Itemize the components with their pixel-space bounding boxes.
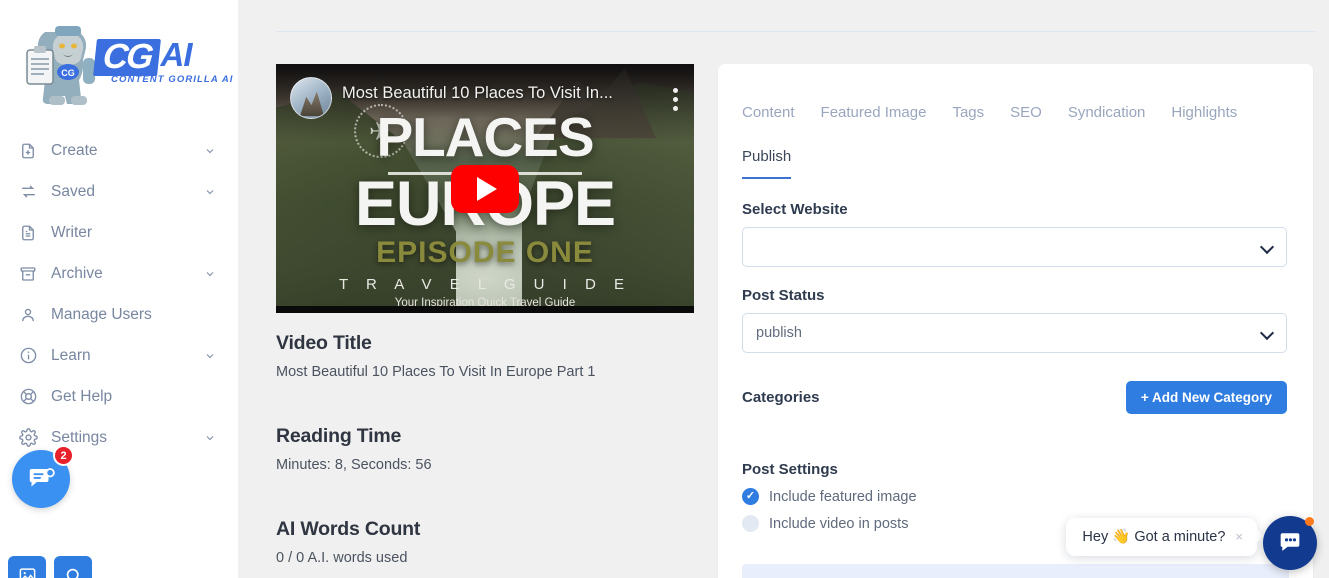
ai-words-value: 0 / 0 A.I. words used [276, 550, 408, 566]
thumbnail-word-places: PLACES [376, 106, 594, 168]
chat-notification-dot [1305, 517, 1314, 526]
sidebar-item-label: Get Help [51, 387, 113, 405]
lifebuoy-icon [18, 387, 38, 407]
sidebar-item-get-help[interactable]: Get Help [0, 376, 238, 417]
chevron-down-icon [206, 435, 214, 440]
post-status-label: Post Status [742, 287, 825, 304]
image-icon [19, 567, 35, 578]
sidebar-item-writer[interactable]: Writer [0, 212, 238, 253]
sidebar-item-saved[interactable]: Saved [0, 171, 238, 212]
video-title-block: Video Title Most Beautiful 10 Places To … [276, 332, 694, 380]
gear-icon [18, 428, 38, 448]
thumbnail-episode-text: EPISODE ONE [376, 236, 594, 269]
thumbnail-travel-guide-text: T R A V E L G U I D E [338, 276, 632, 293]
checkbox-checked-icon [742, 488, 759, 505]
close-icon[interactable]: × [1235, 529, 1243, 544]
tab-seo[interactable]: SEO [1010, 104, 1042, 121]
sidebar-chat-button[interactable]: 2 [12, 445, 74, 508]
video-bottom-bar [276, 306, 694, 313]
logo-ai-text: AI [160, 36, 193, 73]
checkbox-label: Include video in posts [769, 515, 909, 532]
sidebar-item-manage-users[interactable]: Manage Users [0, 294, 238, 335]
corner-tools [8, 556, 92, 578]
top-divider [276, 31, 1315, 32]
checkbox-include-featured-image[interactable]: Include featured image [742, 488, 1287, 505]
play-button[interactable] [451, 164, 519, 213]
panel-subtabs: Publish [718, 148, 1313, 179]
categories-label: Categories [742, 389, 820, 406]
sidebar-item-label: Create [51, 141, 98, 159]
sidebar-item-create[interactable]: Create [0, 130, 238, 171]
chat-teaser-bubble[interactable]: Hey 👋 Got a minute? × [1066, 518, 1264, 556]
sidebar-item-archive[interactable]: Archive [0, 253, 238, 294]
ai-words-block: AI Words Count 0 / 0 A.I. words used [276, 518, 694, 566]
chevron-down-icon [206, 148, 214, 153]
video-title-overlay[interactable]: Most Beautiful 10 Places To Visit In... [342, 84, 648, 103]
tab-featured-image[interactable]: Featured Image [821, 104, 927, 121]
video-player[interactable]: PLACES EUROPE EPISODE ONE T R A V E L G … [276, 64, 694, 313]
main-content: PLACES EUROPE EPISODE ONE T R A V E L G … [238, 0, 1329, 578]
tab-syndication[interactable]: Syndication [1068, 104, 1146, 121]
search-icon [66, 568, 79, 578]
post-status-dropdown[interactable]: publish [742, 313, 1287, 353]
sidebar-item-label: Saved [51, 182, 95, 200]
sidebar-item-label: Learn [51, 346, 91, 364]
sidebar-item-label: Writer [51, 223, 93, 241]
chat-dots-icon [1280, 533, 1300, 551]
publish-form: Select Website Post Status publish Categ… [718, 179, 1313, 532]
user-icon [18, 305, 38, 325]
sidebar-item-label: Archive [51, 264, 103, 282]
checkbox-unchecked-icon [742, 515, 759, 532]
checkbox-label: Include featured image [769, 488, 917, 505]
svg-text:CG: CG [61, 68, 75, 78]
archive-box-icon [18, 264, 38, 284]
chevron-down-icon [206, 271, 214, 276]
panel-bottom-strip [742, 564, 1289, 578]
publish-panel-column: Content Featured Image Tags SEO Syndicat… [718, 64, 1313, 578]
image-icon-button[interactable] [8, 556, 46, 578]
channel-avatar[interactable] [290, 77, 332, 119]
select-website-label: Select Website [742, 201, 848, 218]
logo-tagline: CONTENT GORILLA AI [111, 74, 234, 85]
video-column: PLACES EUROPE EPISODE ONE T R A V E L G … [276, 64, 694, 578]
logo-cg-text: CG [93, 37, 161, 76]
chat-launcher-button[interactable] [1263, 516, 1317, 570]
video-title-value: Most Beautiful 10 Places To Visit In Eur… [276, 364, 596, 380]
sidebar-item-learn[interactable]: Learn [0, 335, 238, 376]
chat-unread-badge: 2 [53, 445, 74, 466]
sidebar-item-label: Manage Users [51, 305, 152, 323]
tab-content[interactable]: Content [742, 104, 795, 121]
select-website-dropdown[interactable] [742, 227, 1287, 267]
document-icon [18, 223, 38, 243]
post-settings-label: Post Settings [742, 461, 838, 478]
chevron-down-icon [206, 353, 214, 358]
chevron-down-icon [206, 189, 214, 194]
app-logo[interactable]: CG CG AI CONTENT GORILLA AI [0, 0, 238, 122]
tab-highlights[interactable]: Highlights [1171, 104, 1237, 121]
ai-words-heading: AI Words Count [276, 518, 421, 540]
reading-time-value: Minutes: 8, Seconds: 56 [276, 457, 432, 473]
info-circle-icon [18, 346, 38, 366]
logo-wordmark: CG AI [93, 36, 193, 76]
sidebar: CG CG AI CONTENT GORILLA AI Create Saved… [0, 0, 238, 578]
search-icon-button[interactable] [54, 556, 92, 578]
video-title-heading: Video Title [276, 332, 372, 354]
publish-card: Content Featured Image Tags SEO Syndicat… [718, 64, 1313, 578]
subtab-rule [718, 178, 1297, 179]
subtab-publish[interactable]: Publish [742, 148, 792, 179]
add-new-category-button[interactable]: + Add New Category [1125, 381, 1287, 414]
refresh-icon [18, 182, 38, 202]
reading-time-block: Reading Time Minutes: 8, Seconds: 56 [276, 425, 694, 473]
reading-time-heading: Reading Time [276, 425, 402, 447]
panel-tabs: Content Featured Image Tags SEO Syndicat… [718, 64, 1313, 121]
sidebar-item-label: Settings [51, 428, 108, 446]
categories-row: Categories + Add New Category [742, 381, 1287, 414]
chat-bubble-icon [29, 468, 55, 487]
app-root: CG CG AI CONTENT GORILLA AI Create Saved… [0, 0, 1329, 578]
file-plus-icon [18, 141, 38, 161]
chat-teaser-text: Hey 👋 Got a minute? [1082, 529, 1226, 545]
sidebar-nav: Create Saved Writer Archive Manage Users… [0, 122, 238, 458]
video-more-options-icon[interactable] [673, 88, 678, 115]
tab-tags[interactable]: Tags [952, 104, 984, 121]
